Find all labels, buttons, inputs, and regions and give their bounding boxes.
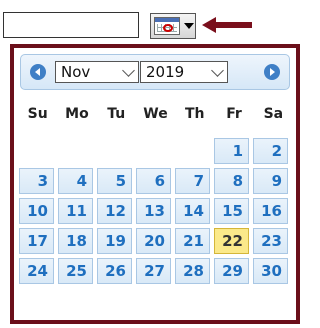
chevron-down-icon	[211, 64, 224, 77]
year-select[interactable]: 2019	[140, 61, 228, 83]
date-input[interactable]	[3, 12, 139, 38]
weekday-label: Th	[185, 106, 205, 122]
day-cell[interactable]: 14	[175, 198, 210, 224]
weekday-label: Su	[27, 106, 48, 122]
day-cell[interactable]: 16	[253, 198, 288, 224]
datepicker-header: Nov 2019	[20, 54, 290, 90]
day-cell[interactable]: 4	[58, 168, 93, 194]
day-cell[interactable]: 29	[214, 258, 249, 284]
day-cell[interactable]: 17	[19, 228, 54, 254]
day-cell[interactable]: 18	[58, 228, 93, 254]
day-cell[interactable]: 2	[253, 138, 288, 164]
weekday-label: Sa	[263, 106, 284, 122]
day-cell[interactable]: 6	[136, 168, 171, 194]
calendar-icon	[154, 17, 180, 35]
day-cell[interactable]: 9	[253, 168, 288, 194]
day-cell[interactable]: 5	[97, 168, 132, 194]
day-cell[interactable]: 12	[97, 198, 132, 224]
day-cell-today[interactable]: 22	[214, 228, 249, 254]
day-cell[interactable]: 7	[175, 168, 210, 194]
day-cell[interactable]: 27	[136, 258, 171, 284]
prev-month-button[interactable]	[30, 64, 46, 80]
calendar-trigger-button[interactable]	[150, 13, 196, 39]
year-select-value: 2019	[146, 63, 185, 81]
datepicker-popup: Nov 2019 Su Mo Tu We Th Fr Sa 1234567891…	[10, 44, 300, 324]
day-cell[interactable]: 8	[214, 168, 249, 194]
day-cell[interactable]: 15	[214, 198, 249, 224]
day-cell[interactable]: 20	[136, 228, 171, 254]
month-select-value: Nov	[61, 63, 91, 81]
day-cell[interactable]: 24	[19, 258, 54, 284]
day-cell[interactable]: 25	[58, 258, 93, 284]
day-cell[interactable]: 11	[58, 198, 93, 224]
day-cell[interactable]: 19	[97, 228, 132, 254]
caret-down-icon	[184, 23, 194, 29]
chevron-down-icon	[122, 64, 135, 77]
chevron-left-icon	[35, 68, 40, 76]
month-select[interactable]: Nov	[55, 61, 139, 83]
weekday-label: Fr	[226, 106, 242, 122]
weekday-label: Tu	[107, 106, 126, 122]
day-cell[interactable]: 28	[175, 258, 210, 284]
next-month-button[interactable]	[264, 64, 280, 80]
weekday-label: Mo	[65, 106, 89, 122]
day-cell[interactable]: 26	[97, 258, 132, 284]
day-cell[interactable]: 23	[253, 228, 288, 254]
day-cell[interactable]: 10	[19, 198, 54, 224]
day-cell[interactable]: 21	[175, 228, 210, 254]
pointer-arrow-icon	[202, 17, 252, 33]
day-cell[interactable]: 1	[214, 138, 249, 164]
day-cell[interactable]: 3	[19, 168, 54, 194]
chevron-right-icon	[270, 68, 275, 76]
weekday-header-row: Su Mo Tu We Th Fr Sa	[18, 106, 293, 122]
weekday-label: We	[143, 106, 168, 122]
day-cell[interactable]: 30	[253, 258, 288, 284]
day-cell[interactable]: 13	[136, 198, 171, 224]
